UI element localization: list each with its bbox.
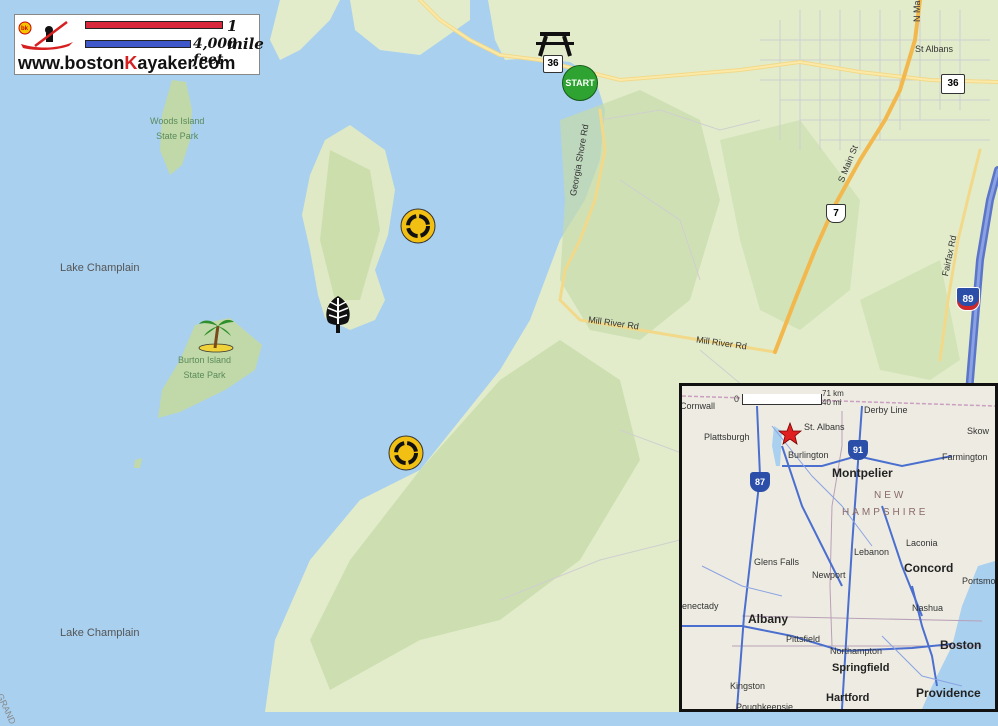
inset-label-albany: Albany <box>748 612 789 626</box>
route-36-number: 36 <box>947 78 959 89</box>
inset-scale-km: 71 km <box>822 389 844 398</box>
inset-label-lebanon: Lebanon <box>854 547 890 557</box>
start-label: START <box>565 78 595 88</box>
inset-label-cornwall: Cornwall <box>680 401 716 411</box>
lake-label-upper: Lake Champlain <box>60 262 140 274</box>
inset-label-springfield: Springfield <box>832 662 890 674</box>
inset-label-newport: Newport <box>812 570 846 580</box>
inset-scale-mi: 40 mi <box>822 398 842 407</box>
inset-label-st-albans: St. Albans <box>804 422 845 432</box>
inset-label-montpelier: Montpelier <box>832 466 893 480</box>
st-albans-label: St Albans <box>915 44 954 54</box>
inset-label-skow: Skow <box>967 426 990 436</box>
inset-label-glens-falls: Glens Falls <box>754 557 800 567</box>
route-36-number: 36 <box>547 58 559 69</box>
woods-island-name: Woods Island <box>150 116 205 126</box>
scale-bar-mile <box>85 21 223 29</box>
inset-label-burlington: Burlington <box>788 450 829 460</box>
i89-number: 89 <box>962 294 974 305</box>
burton-island-label: Burton Island State Park <box>178 353 231 383</box>
inset-i87-number: 87 <box>754 477 765 487</box>
scale-bar-feet <box>85 40 191 48</box>
inset-label-boston: Boston <box>940 638 982 652</box>
tree-icon[interactable] <box>322 294 354 334</box>
inset-label-farmington: Farmington <box>942 452 988 462</box>
inset-label-kingston: Kingston <box>730 681 766 691</box>
inset-label-hampshire: HAMPSHIRE <box>842 507 929 518</box>
palm-island-icon[interactable] <box>196 314 236 354</box>
lake-label-lower: Lake Champlain <box>60 627 140 639</box>
burton-island-park: State Park <box>183 370 226 380</box>
inset-label-pittsfield: Pittsfield <box>786 634 821 644</box>
inset-label-derby-line: Derby Line <box>864 405 908 415</box>
map-legend: bk 1 mile 4,000 feet www.bostonKayaker.c… <box>14 14 264 75</box>
route-36-shield-east: 36 <box>941 74 965 94</box>
inset-i91-number: 91 <box>852 445 863 455</box>
woods-island-park: State Park <box>156 131 199 141</box>
woods-island-label: Woods Island State Park <box>150 114 204 144</box>
inset-i87-shield: 87 <box>750 472 770 492</box>
inset-scale <box>742 394 822 405</box>
picnic-table-icon[interactable] <box>536 30 574 58</box>
inset-label-nashua: Nashua <box>912 603 944 613</box>
route-7-shield: 7 <box>826 204 846 223</box>
burton-island-name: Burton Island <box>178 355 232 365</box>
website-url[interactable]: www.bostonKayaker.com <box>18 53 235 74</box>
inset-i91-shield: 91 <box>848 440 868 460</box>
inset-label-providence: Providence <box>916 686 981 700</box>
inset-label-enectady: enectady <box>682 601 719 611</box>
inset-label-new: NEW <box>874 490 907 501</box>
inset-label-plattsburgh: Plattsburgh <box>704 432 750 442</box>
inset-scale-zero: 0 <box>734 394 740 404</box>
route-7-number: 7 <box>833 208 839 219</box>
boston-kayaker-logo-icon: bk <box>18 21 73 51</box>
url-prefix: www.boston <box>18 53 125 73</box>
i89-shield: 89 <box>956 287 980 311</box>
n-main-label: N Main <box>912 0 922 22</box>
inset-label-laconia: Laconia <box>906 538 938 548</box>
url-k: K <box>124 53 138 73</box>
campsite-icon[interactable] <box>387 434 425 472</box>
start-marker[interactable]: START <box>562 65 598 101</box>
inset-label-concord: Concord <box>904 561 954 575</box>
inset-label-northampton: Northampton <box>830 646 883 656</box>
svg-text:bk: bk <box>21 26 29 32</box>
inset-label-portsmo: Portsmo <box>962 576 996 586</box>
inset-locator-map: 0 71 km 40 mi Cornwall Derby Line St. Al… <box>679 383 998 712</box>
url-suffix: ayaker.com <box>137 53 236 73</box>
inset-label-poughkeepsie: Poughkeepsie <box>736 702 794 712</box>
campsite-icon[interactable] <box>399 207 437 245</box>
inset-label-hartford: Hartford <box>826 692 870 704</box>
